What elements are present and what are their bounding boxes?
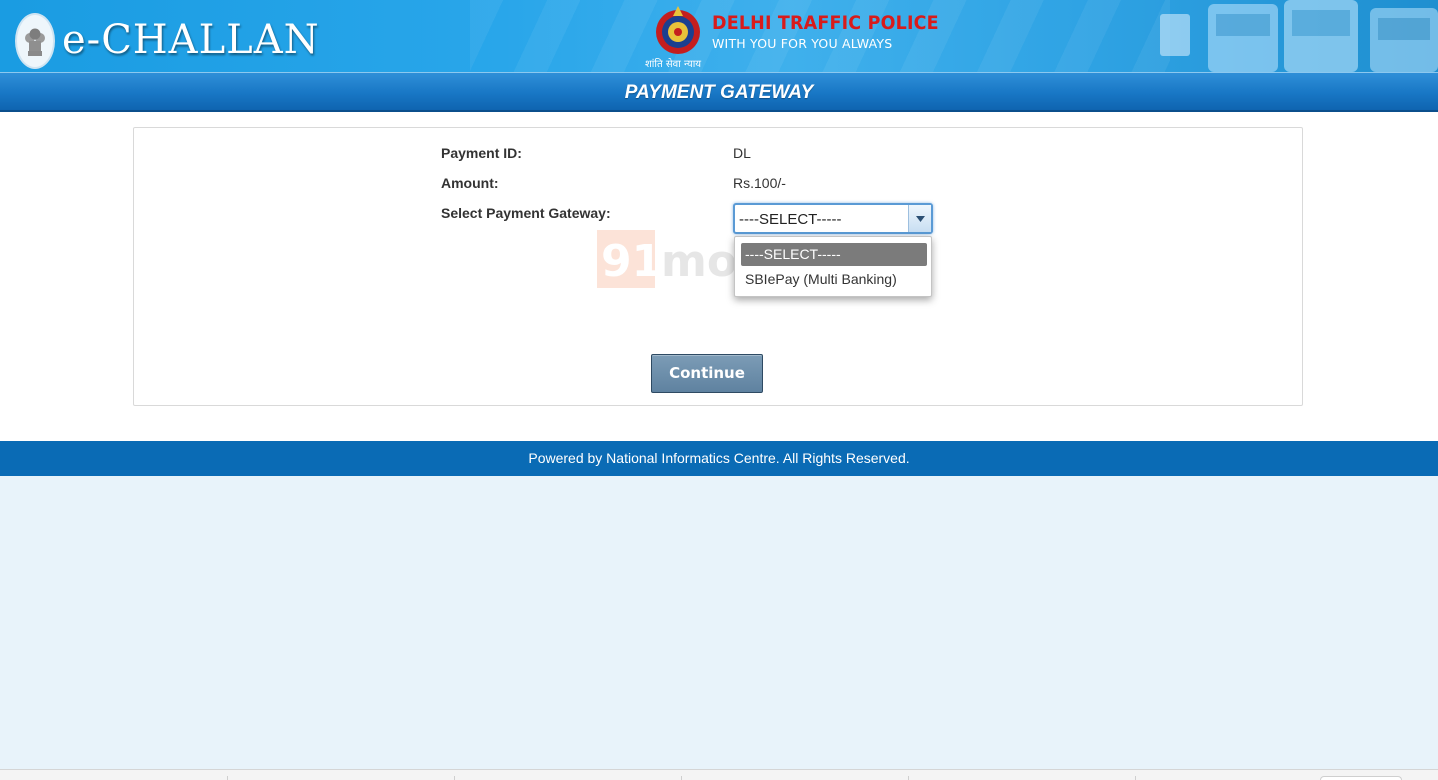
- bottom-toolbar: [0, 769, 1438, 780]
- toolbar-tab[interactable]: [1320, 776, 1402, 780]
- payment-id-redaction: [754, 145, 874, 163]
- footer: Powered by National Informatics Centre. …: [0, 441, 1438, 476]
- toolbar-divider: [1135, 776, 1136, 780]
- org-motto: शांति सेवा न्याय: [645, 59, 702, 70]
- amount-label: Amount:: [441, 175, 499, 191]
- payment-id-value: DL: [733, 145, 751, 161]
- toolbar-divider: [908, 776, 909, 780]
- police-badge-icon: [656, 6, 700, 54]
- toolbar-divider: [681, 776, 682, 780]
- amount-value: Rs.100/-: [733, 175, 786, 191]
- site-header: e-CHALLAN शांति सेवा न्याय DELHI TRAFFIC…: [0, 0, 1438, 72]
- toolbar-divider: [227, 776, 228, 780]
- gateway-option-select[interactable]: ----SELECT-----: [741, 243, 927, 266]
- gateway-select[interactable]: ----SELECT-----: [733, 203, 933, 234]
- national-emblem-icon: [15, 13, 55, 69]
- payment-id-label: Payment ID:: [441, 145, 522, 161]
- buses-illustration: [1160, 0, 1438, 72]
- brand-logo: e-CHALLAN: [62, 17, 320, 63]
- gateway-dropdown-list: ----SELECT----- SBIePay (Multi Banking): [734, 236, 932, 297]
- footer-text: Powered by National Informatics Centre. …: [528, 450, 910, 466]
- gateway-select-value: ----SELECT-----: [739, 211, 842, 228]
- gateway-option-sbiepay[interactable]: SBIePay (Multi Banking): [741, 268, 927, 291]
- title-bar: PAYMENT GATEWAY: [0, 72, 1438, 112]
- toolbar-divider: [454, 776, 455, 780]
- page-title: PAYMENT GATEWAY: [624, 82, 814, 103]
- org-title: DELHI TRAFFIC POLICE: [712, 12, 939, 34]
- org-tagline: WITH YOU FOR YOU ALWAYS: [712, 36, 893, 51]
- gateway-label: Select Payment Gateway:: [441, 205, 611, 221]
- chevron-down-icon[interactable]: [908, 205, 931, 232]
- continue-button[interactable]: Continue: [651, 354, 763, 393]
